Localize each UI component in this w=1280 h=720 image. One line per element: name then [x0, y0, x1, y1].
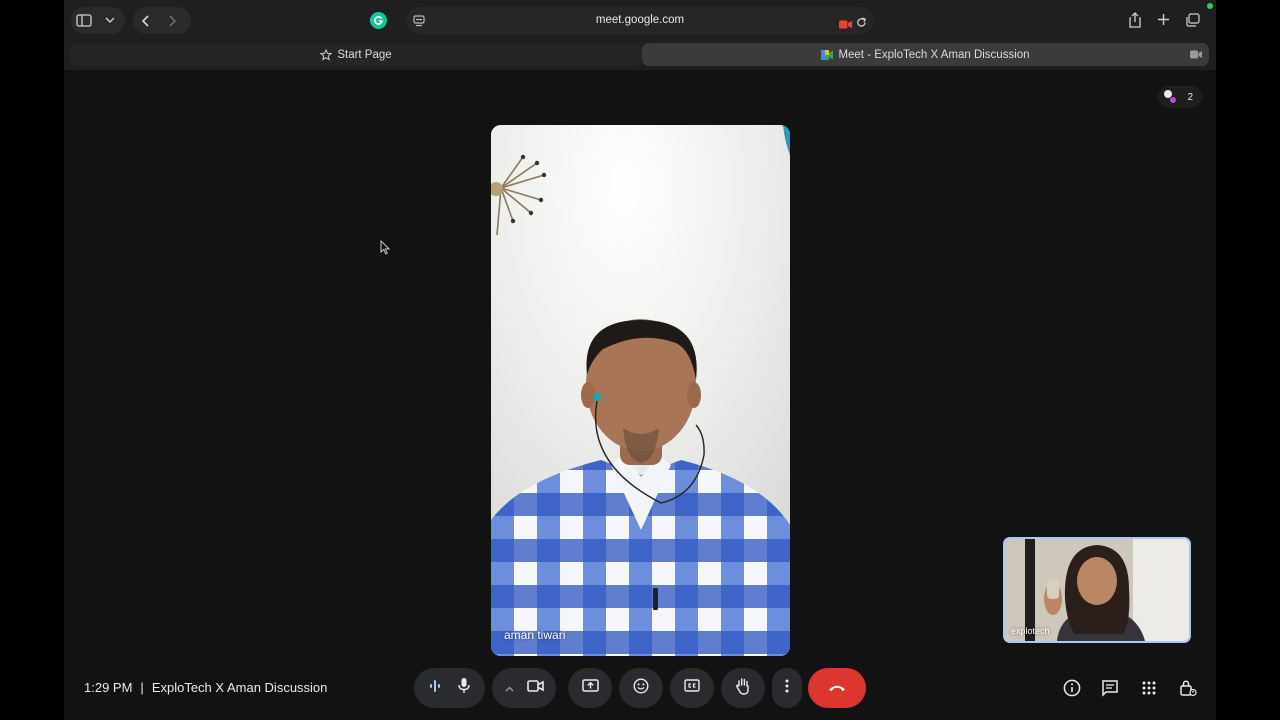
meeting-details-button[interactable]	[1061, 677, 1083, 699]
tab-meet[interactable]: Meet - ExploTech X Aman Discussion	[642, 43, 1209, 66]
star-icon	[320, 48, 333, 61]
meeting-time: 1:29 PM	[84, 680, 133, 695]
camera-icon[interactable]	[526, 679, 544, 697]
hang-up-icon	[827, 679, 847, 697]
chat-button[interactable]	[1099, 677, 1121, 699]
back-button[interactable]	[133, 8, 159, 34]
tab-label: Start Page	[337, 48, 392, 61]
share-button[interactable]	[1128, 12, 1142, 33]
mic-control-group	[414, 668, 485, 708]
participant-name-main: aman tiwari	[504, 628, 566, 642]
camera-status-dot	[1207, 3, 1213, 9]
captions-button[interactable]	[670, 668, 714, 708]
camera-control-group	[492, 668, 556, 708]
present-screen-button[interactable]	[568, 668, 612, 708]
history-nav	[133, 7, 191, 34]
participants-chip[interactable]: 2	[1158, 86, 1202, 108]
info-icon	[1063, 679, 1081, 697]
more-vertical-icon	[785, 679, 789, 698]
camera-options-chevron-icon[interactable]	[505, 679, 514, 697]
participant-tile-main[interactable]: aman tiwari	[491, 125, 790, 656]
url-text: meet.google.com	[595, 14, 685, 26]
tab-overview-button[interactable]	[1185, 13, 1200, 32]
emoji-icon	[633, 677, 649, 699]
participant-count: 2	[1187, 91, 1193, 103]
host-controls-button[interactable]	[1177, 677, 1199, 699]
raise-hand-button[interactable]	[721, 668, 765, 708]
meeting-title: ExploTech X Aman Discussion	[151, 680, 328, 695]
lock-person-icon	[1180, 680, 1197, 697]
camera-in-use-icon[interactable]	[839, 16, 852, 34]
new-tab-button[interactable]	[1157, 13, 1170, 31]
chat-icon	[1102, 680, 1118, 697]
participant-tile-self[interactable]: explotech	[1003, 537, 1191, 643]
participant-video	[491, 125, 790, 656]
participant-name-self: explotech	[1011, 626, 1050, 636]
meet-logo-icon	[821, 49, 834, 60]
reactions-button[interactable]	[619, 668, 663, 708]
more-options-button[interactable]	[772, 668, 802, 708]
browser-toolbar: meet.google.com	[64, 0, 1216, 40]
meeting-info: 1:29 PM | ExploTech X Aman Discussion	[84, 680, 327, 695]
grammarly-extension-icon[interactable]	[370, 12, 387, 29]
audio-level-icon[interactable]	[428, 679, 442, 698]
chevron-down-icon[interactable]	[97, 8, 123, 34]
mouse-cursor-icon	[380, 239, 391, 260]
present-screen-icon	[581, 678, 599, 698]
apps-grid-icon	[1142, 681, 1156, 695]
raise-hand-icon	[735, 677, 751, 700]
address-bar[interactable]: meet.google.com	[406, 7, 874, 34]
tab-bar: Start Page Meet - ExploTech X Aman Discu…	[64, 40, 1216, 70]
tab-start-page[interactable]: Start Page	[70, 43, 642, 66]
sidebar-toggle-group[interactable]	[71, 7, 125, 34]
tab-camera-icon	[1190, 50, 1202, 62]
meeting-stage: 2 aman tiwari explotech 1:29 PM | ExploT…	[64, 70, 1216, 720]
meeting-info-separator: |	[140, 680, 144, 695]
forward-button[interactable]	[159, 8, 185, 34]
microphone-icon[interactable]	[457, 677, 471, 699]
closed-captions-icon	[684, 679, 700, 697]
browser-window: meet.google.com Start Page Meet - ExploT…	[64, 0, 1216, 720]
sidebar-icon[interactable]	[71, 8, 97, 34]
activities-button[interactable]	[1138, 677, 1160, 699]
reload-icon[interactable]	[856, 15, 867, 33]
participants-avatars-icon	[1163, 89, 1179, 108]
tab-label: Meet - ExploTech X Aman Discussion	[838, 48, 1030, 61]
leave-call-button[interactable]	[808, 668, 866, 708]
